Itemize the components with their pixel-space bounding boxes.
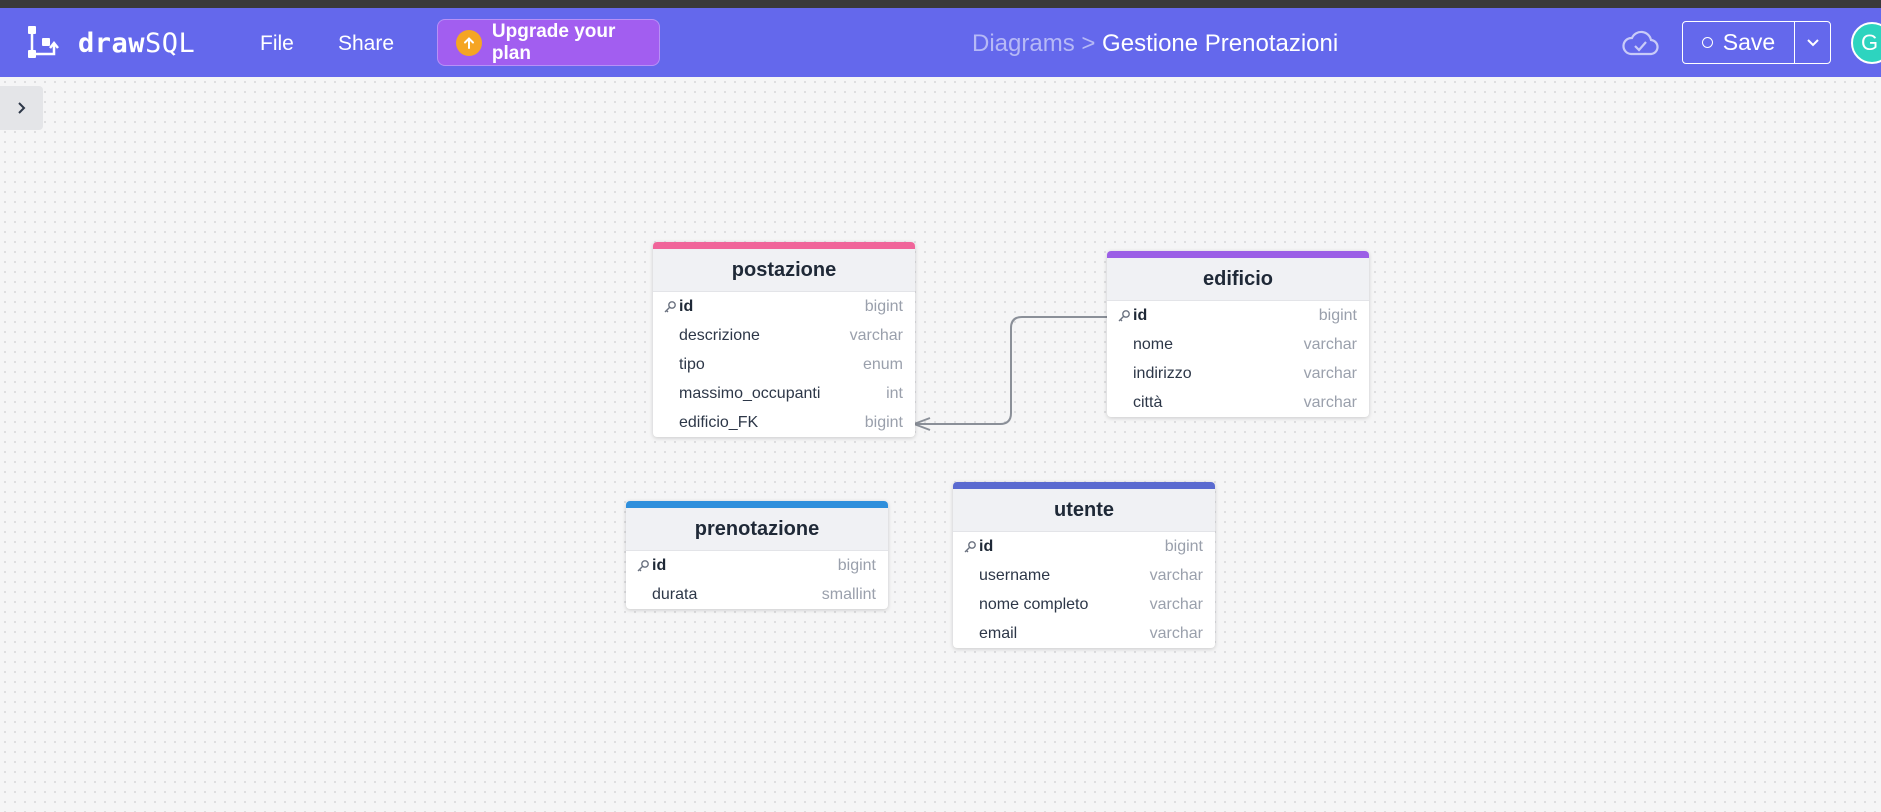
column-type: bigint — [837, 556, 876, 574]
app-header: drawSQL File Share Upgrade your plan Dia… — [0, 8, 1881, 77]
column-name: username — [979, 566, 1051, 584]
status-circle-icon — [1701, 37, 1713, 48]
file-menu[interactable]: File — [260, 32, 294, 56]
column-type: varchar — [849, 326, 903, 344]
primary-key-icon — [1118, 310, 1130, 322]
table-color-bar — [1107, 251, 1369, 258]
table-color-bar — [653, 242, 915, 249]
column-name: città — [1133, 393, 1163, 411]
column-type: varchar — [1149, 624, 1203, 642]
user-avatar[interactable]: G — [1851, 22, 1881, 64]
drawsql-logo-icon[interactable] — [26, 24, 62, 60]
column-row[interactable]: città varchar — [1107, 388, 1369, 417]
table-color-bar — [626, 501, 888, 508]
primary-key-icon — [964, 541, 976, 553]
column-name: id — [979, 537, 994, 555]
chevron-right-icon — [17, 102, 25, 114]
diagram-title[interactable]: Gestione Prenotazioni — [1102, 30, 1338, 57]
save-button-group: Save — [1682, 21, 1831, 64]
primary-key-icon — [664, 301, 676, 313]
share-menu[interactable]: Share — [338, 32, 394, 56]
column-type: bigint — [1164, 537, 1203, 555]
upgrade-label: Upgrade your plan — [491, 20, 616, 64]
column-type: bigint — [1318, 306, 1357, 324]
column-name: id — [652, 556, 667, 574]
column-name: durata — [652, 585, 698, 603]
table-prenotazione[interactable]: prenotazione id bigint durata smallint — [626, 501, 888, 609]
column-row[interactable]: durata smallint — [626, 580, 888, 609]
table-postazione[interactable]: postazione id bigint descrizione varchar tipo… — [653, 242, 915, 437]
window-top-strip — [0, 0, 1881, 8]
save-options-dropdown[interactable] — [1795, 22, 1830, 63]
column-row[interactable]: username varchar — [953, 561, 1215, 590]
column-name: edificio_FK — [679, 413, 759, 431]
upgrade-plan-button[interactable]: Upgrade your plan — [437, 19, 660, 66]
diagram-canvas[interactable] — [0, 77, 1881, 812]
column-name: id — [679, 297, 694, 315]
column-type: int — [886, 384, 903, 402]
column-row[interactable]: id bigint — [1107, 301, 1369, 330]
table-name[interactable]: postazione — [653, 249, 915, 292]
column-type: enum — [862, 355, 903, 373]
column-name: id — [1133, 306, 1148, 324]
breadcrumb: Diagrams > Gestione Prenotazioni — [972, 30, 1338, 58]
column-name: massimo_occupanti — [679, 384, 821, 402]
column-row[interactable]: id bigint — [953, 532, 1215, 561]
column-row[interactable]: id bigint — [653, 292, 915, 321]
table-name[interactable]: prenotazione — [626, 508, 888, 551]
sidebar-toggle-button[interactable] — [0, 86, 43, 130]
column-type: bigint — [864, 297, 903, 315]
table-edificio[interactable]: edificio id bigint nome varchar indirizzo varc… — [1107, 251, 1369, 417]
column-row[interactable]: indirizzo varchar — [1107, 359, 1369, 388]
column-type: varchar — [1303, 364, 1357, 382]
column-row[interactable]: email varchar — [953, 619, 1215, 648]
table-utente[interactable]: utente id bigint username varchar nome comple… — [953, 482, 1215, 648]
column-type: varchar — [1303, 393, 1357, 411]
column-name: descrizione — [679, 326, 760, 344]
column-type: varchar — [1149, 595, 1203, 613]
column-name: nome completo — [979, 595, 1089, 613]
table-name[interactable]: edificio — [1107, 258, 1369, 301]
column-row[interactable]: massimo_occupanti int — [653, 379, 915, 408]
column-row[interactable]: nome completo varchar — [953, 590, 1215, 619]
column-name: email — [979, 624, 1018, 642]
primary-key-icon — [637, 560, 649, 572]
save-label: Save — [1722, 29, 1776, 55]
save-button[interactable]: Save — [1683, 22, 1795, 63]
chevron-down-icon — [1806, 38, 1819, 46]
column-row[interactable]: edificio_FK bigint — [653, 408, 915, 437]
column-row[interactable]: descrizione varchar — [653, 321, 915, 350]
column-row[interactable]: tipo enum — [653, 350, 915, 379]
column-type: varchar — [1303, 335, 1357, 353]
column-type: smallint — [821, 585, 876, 603]
breadcrumb-parent[interactable]: Diagrams > — [972, 30, 1095, 57]
table-color-bar — [953, 482, 1215, 489]
column-name: indirizzo — [1133, 364, 1192, 382]
table-name[interactable]: utente — [953, 489, 1215, 532]
column-type: bigint — [864, 413, 903, 431]
column-row[interactable]: nome varchar — [1107, 330, 1369, 359]
column-name: nome — [1133, 335, 1174, 353]
column-row[interactable]: id bigint — [626, 551, 888, 580]
column-type: varchar — [1149, 566, 1203, 584]
cloud-saved-icon — [1622, 30, 1659, 56]
app-brand[interactable]: drawSQL — [78, 28, 195, 59]
column-name: tipo — [679, 355, 705, 373]
arrow-up-icon — [456, 29, 482, 56]
